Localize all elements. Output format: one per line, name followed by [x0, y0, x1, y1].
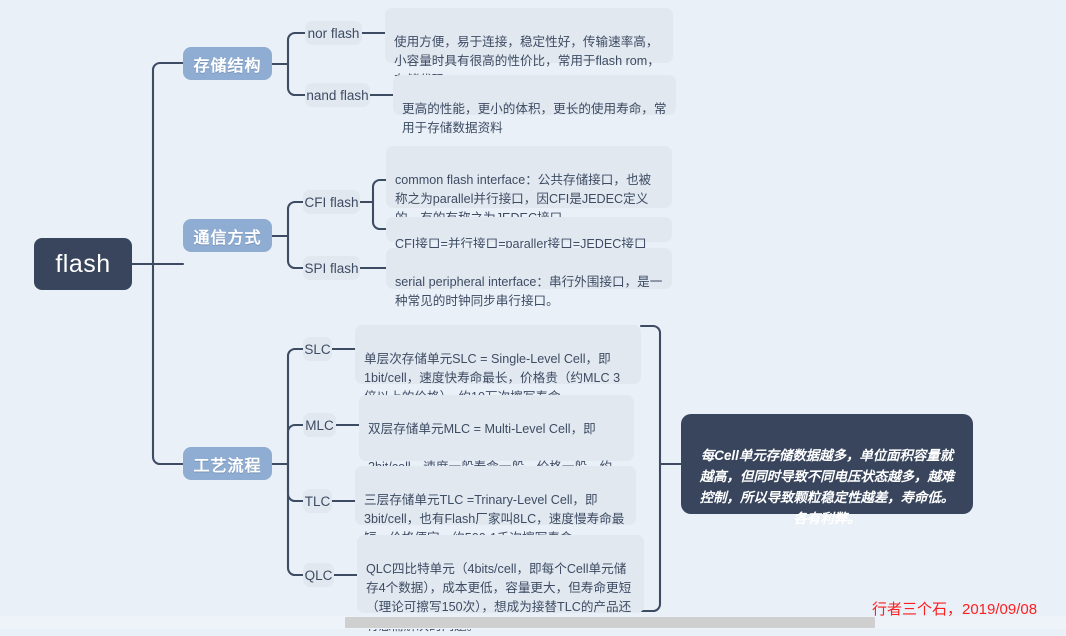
branch-node-communication[interactable]: 通信方式	[183, 219, 272, 252]
horizontal-scrollbar-track[interactable]	[0, 616, 1066, 629]
leaf-nor-flash-description[interactable]: 使用方便，易于连接，稳定性好，传输速率高，小容量时具有很高的性价比，常用于fla…	[385, 8, 673, 87]
chip-label-qlc: QLC	[304, 567, 333, 583]
chip-qlc[interactable]: QLC	[303, 563, 334, 587]
branch-label-storage-structure: 存储结构	[193, 57, 262, 75]
summary-callout[interactable]: 每Cell单元存储数据越多，单位面积容量就越高，但同时导致不同电压状态越多，越难…	[681, 414, 973, 526]
leaf-tlc-description[interactable]: 三层存储单元TLC =Trinary-Level Cell，即3bit/cell…	[355, 466, 636, 545]
leaf-text-nand-flash: 更高的性能，更小的体积，更长的使用寿命，常用于存储数据资料	[402, 102, 667, 135]
branch-node-process-flow[interactable]: 工艺流程	[183, 447, 272, 480]
leaf-mlc-description[interactable]: 双层存储单元MLC = Multi-Level Cell，即 2bit/cell…	[359, 395, 634, 493]
branch-label-communication: 通信方式	[193, 229, 262, 247]
chip-spi-flash[interactable]: SPI flash	[303, 256, 360, 280]
chip-nand-flash[interactable]: nand flash	[305, 83, 370, 107]
leaf-spi-flash-description[interactable]: serial peripheral interface：串行外围接口，是一种常见…	[386, 248, 672, 308]
chip-nor-flash[interactable]: nor flash	[305, 21, 362, 45]
leaf-text-spi-flash: serial peripheral interface：串行外围接口，是一种常见…	[395, 275, 663, 308]
root-node-label: flash	[55, 249, 111, 278]
chip-cfi-flash[interactable]: CFI flash	[303, 190, 360, 214]
chip-label-spi-flash: SPI flash	[304, 260, 359, 276]
chip-label-nor-flash: nor flash	[307, 25, 360, 41]
chip-label-tlc: TLC	[304, 493, 331, 509]
chip-label-slc: SLC	[304, 341, 331, 357]
branch-node-storage-structure[interactable]: 存储结构	[183, 47, 272, 80]
leaf-qlc-description[interactable]: QLC四比特单元（4bits/cell，即每个Cell单元储存4个数据），成本更…	[357, 535, 644, 633]
summary-text: 每Cell单元存储数据越多，单位面积容量就越高，但同时导致不同电压状态越多，越难…	[699, 448, 955, 526]
chip-label-cfi-flash: CFI flash	[304, 194, 359, 210]
chip-mlc[interactable]: MLC	[303, 413, 336, 437]
leaf-slc-description[interactable]: 单层次存储单元SLC = Single-Level Cell，即1bit/cel…	[355, 325, 641, 404]
branch-label-process-flow: 工艺流程	[193, 457, 262, 475]
leaf-nand-flash-description[interactable]: 更高的性能，更小的体积，更长的使用寿命，常用于存储数据资料	[393, 75, 676, 135]
chip-slc[interactable]: SLC	[303, 337, 332, 361]
leaf-cfi-flash-description[interactable]: common flash interface：公共存储接口，也被称之为paral…	[386, 146, 672, 225]
leaf-cfi-interface-equivalence[interactable]: CFI接口=并行接口=paraller接口=JEDEC接口	[386, 217, 672, 251]
chip-label-nand-flash: nand flash	[306, 87, 369, 103]
horizontal-scrollbar-thumb[interactable]	[345, 617, 875, 628]
chip-tlc[interactable]: TLC	[303, 489, 332, 513]
chip-label-mlc: MLC	[305, 417, 334, 433]
root-node-flash[interactable]: flash	[34, 238, 132, 290]
mindmap-canvas[interactable]: flash 存储结构 通信方式 工艺流程 nor flash 使用方便，易于连接…	[0, 0, 1066, 633]
